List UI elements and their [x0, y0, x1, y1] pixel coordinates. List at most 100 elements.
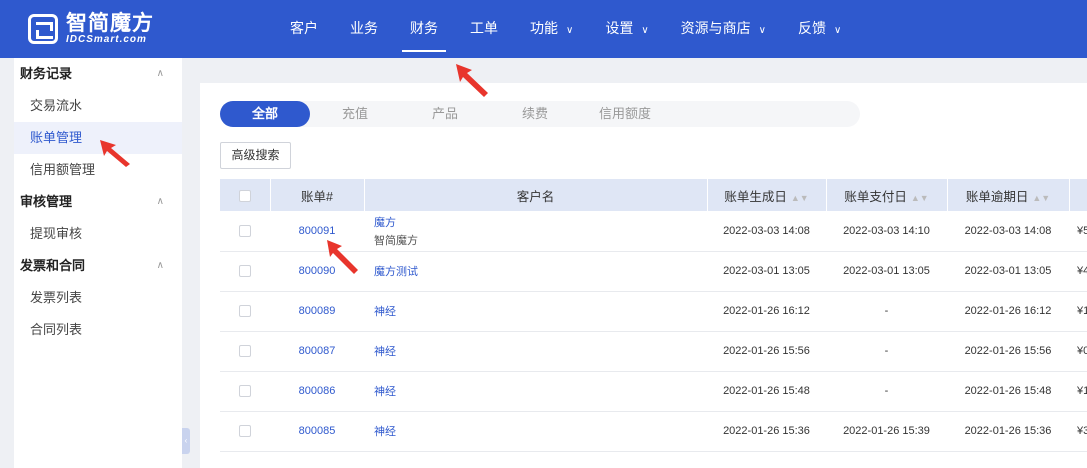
created-date: 2022-03-03 14:08	[707, 211, 826, 252]
created-date: 2022-01-26 15:48	[707, 371, 826, 412]
paid-date: 2022-03-03 14:10	[826, 211, 947, 252]
bill-id-link[interactable]: 800085	[299, 425, 336, 437]
sidebar-group-0[interactable]: 财务记录 ∧	[14, 58, 182, 90]
sort-icon[interactable]: ▲▼	[1032, 193, 1050, 203]
chevron-down-icon: ∨	[758, 25, 766, 36]
col-paid[interactable]: 账单支付日 ▲▼	[826, 179, 948, 211]
row-select-cell[interactable]	[220, 411, 270, 452]
table-row[interactable]: 800086 神经 2022-01-26 15:48-2022-01-26 15:4…	[220, 371, 1087, 412]
table-row[interactable]: 800085 神经 2022-01-26 15:36 2022-01-26 15:39…	[220, 411, 1087, 452]
table-row[interactable]: 800087 神经 2022-01-26 15:56-2022-01-26 15:5…	[220, 331, 1087, 372]
row-select-cell[interactable]	[220, 331, 270, 372]
sidebar-group-1[interactable]: 审核管理 ∧	[14, 186, 182, 218]
main-nav: 客户 业务 财务 工单 功能 ∨ 设置 ∨ 资源与商店 ∨ 反馈 ∨	[270, 0, 857, 58]
brand-logo[interactable]: 智简魔方 IDCSmart.com	[28, 13, 154, 45]
bill-id-link[interactable]: 800089	[299, 305, 336, 317]
tab-2[interactable]: 产品	[400, 101, 490, 127]
nav-item-7[interactable]: 反馈 ∨	[782, 0, 857, 58]
customer-link[interactable]: 神经	[374, 426, 396, 438]
amount-cell: ¥1	[1069, 371, 1087, 412]
row-select-cell[interactable]	[220, 251, 270, 292]
sidebar-item-2-0[interactable]: 发票列表	[14, 282, 182, 314]
row-checkbox[interactable]	[239, 305, 251, 318]
brand-name: 智简魔方	[66, 12, 154, 35]
due-date: 2022-01-26 15:36	[947, 411, 1069, 452]
sidebar-item-1-0[interactable]: 提现审核	[14, 218, 182, 250]
bill-id-link[interactable]: 800087	[299, 345, 336, 357]
customer-link[interactable]: 神经	[374, 386, 396, 398]
nav-item-5[interactable]: 设置 ∨	[589, 0, 664, 58]
nav-item-4[interactable]: 功能 ∨	[514, 0, 589, 58]
amount-cell: ¥3	[1069, 411, 1087, 452]
sidebar-group-2[interactable]: 发票和合同 ∧	[14, 250, 182, 282]
bill-id-link[interactable]: 800086	[299, 385, 336, 397]
customer-link[interactable]: 神经	[374, 346, 396, 358]
nav-item-2[interactable]: 财务	[394, 0, 454, 58]
nav-item-1[interactable]: 业务	[334, 0, 394, 58]
due-date: 2022-01-26 16:12	[947, 291, 1069, 332]
sidebar-item-0-0[interactable]: 交易流水	[14, 90, 182, 122]
row-checkbox[interactable]	[239, 265, 251, 278]
paid-date: 2022-01-26 15:39	[826, 411, 947, 452]
nav-item-0[interactable]: 客户	[270, 0, 334, 58]
logo-icon	[28, 14, 58, 44]
sidebar-item-2-1[interactable]: 合同列表	[14, 314, 182, 346]
sidebar-item-0-1[interactable]: 账单管理	[14, 122, 182, 154]
filter-tabs: 全部 充值 产品 续费 信用额度	[220, 101, 670, 127]
sort-icon[interactable]: ▲▼	[791, 193, 809, 203]
col-due[interactable]: 账单逾期日 ▲▼	[947, 179, 1070, 211]
chevron-up-icon: ∧	[156, 68, 164, 79]
advanced-search-button[interactable]: 高级搜索	[220, 142, 291, 169]
table-row[interactable]: 800091 魔方智简魔方 2022-03-03 14:08 2022-03-03 1…	[220, 211, 1087, 252]
row-checkbox[interactable]	[239, 345, 251, 358]
row-select-cell[interactable]	[220, 371, 270, 412]
amount-cell: ¥1	[1069, 291, 1087, 332]
select-all-checkbox[interactable]	[238, 189, 251, 202]
row-select-cell[interactable]	[220, 211, 270, 252]
created-date: 2022-01-26 15:56	[707, 331, 826, 372]
chevron-down-icon: ∨	[641, 25, 649, 36]
bills-table: 账单# 客户名 账单生成日 ▲▼ 账单支付日 ▲▼ 账单逾期日 ▲▼ 800091 魔方…	[220, 179, 1087, 452]
table-row[interactable]: 800089 神经 2022-01-26 16:12-2022-01-26 16:1…	[220, 291, 1087, 332]
paid-date: -	[826, 291, 947, 332]
chevron-down-icon: ∨	[566, 25, 574, 36]
customer-company: 智简魔方	[374, 234, 418, 247]
sidebar: 财务记录 ∧ 交易流水 账单管理 信用额管理 审核管理 ∧ 提现审核 发票和合同 ∧ 发票列表 合同列…	[14, 58, 182, 468]
table-row[interactable]: 800090 魔方测试 2022-03-01 13:05 2022-03-01 13:…	[220, 251, 1087, 292]
paid-date: -	[826, 331, 947, 372]
created-date: 2022-01-26 16:12	[707, 291, 826, 332]
select-all-cell[interactable]	[220, 179, 271, 211]
tab-0[interactable]: 全部	[220, 101, 310, 127]
tab-3[interactable]: 续费	[490, 101, 580, 127]
chevron-left-icon: ‹	[184, 436, 188, 445]
customer-link[interactable]: 神经	[374, 306, 396, 318]
created-date: 2022-01-26 15:36	[707, 411, 826, 452]
paid-date: 2022-03-01 13:05	[826, 251, 947, 292]
bill-id-link[interactable]: 800090	[299, 265, 336, 277]
created-date: 2022-03-01 13:05	[707, 251, 826, 292]
due-date: 2022-03-01 13:05	[947, 251, 1069, 292]
customer-link[interactable]: 魔方测试	[374, 266, 418, 278]
tab-1[interactable]: 充值	[310, 101, 400, 127]
col-created[interactable]: 账单生成日 ▲▼	[707, 179, 827, 211]
col-bill-id: 账单#	[270, 179, 365, 211]
col-customer: 客户名	[364, 179, 708, 211]
customer-link[interactable]: 魔方	[374, 217, 396, 229]
nav-item-3[interactable]: 工单	[454, 0, 514, 58]
brand-subtitle: IDCSmart.com	[66, 34, 147, 45]
row-select-cell[interactable]	[220, 291, 270, 332]
paid-date: -	[826, 371, 947, 412]
sort-icon[interactable]: ▲▼	[911, 193, 929, 203]
sidebar-item-0-2[interactable]: 信用额管理	[14, 154, 182, 186]
row-checkbox[interactable]	[239, 224, 251, 237]
tab-4[interactable]: 信用额度	[580, 101, 670, 127]
nav-item-6[interactable]: 资源与商店 ∨	[665, 0, 782, 58]
amount-cell: ¥5	[1069, 211, 1087, 252]
main-panel: 全部 充值 产品 续费 信用额度 高级搜索 账单# 客户名 账单生成日 ▲▼ 账单支付日 ▲…	[200, 83, 1087, 468]
row-checkbox[interactable]	[239, 425, 251, 438]
row-checkbox[interactable]	[239, 385, 251, 398]
sidebar-collapse-handle[interactable]: ‹	[182, 428, 190, 454]
amount-cell: ¥4	[1069, 251, 1087, 292]
bill-id-link[interactable]: 800091	[299, 225, 336, 237]
chevron-up-icon: ∧	[156, 260, 164, 271]
